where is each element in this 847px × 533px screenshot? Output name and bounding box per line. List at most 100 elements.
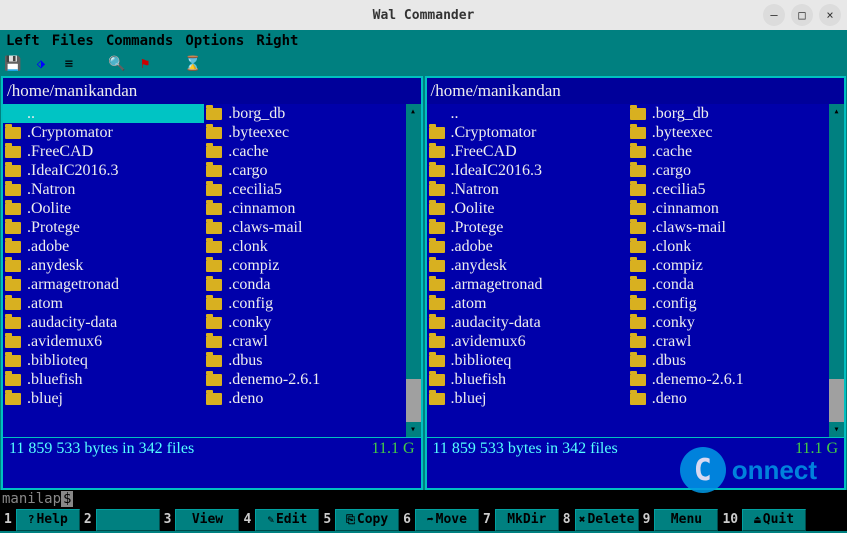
menu-icon[interactable]: ≡: [60, 55, 78, 73]
file-entry[interactable]: .conda: [204, 275, 405, 294]
file-entry[interactable]: .Cryptomator: [427, 123, 628, 142]
file-entry[interactable]: .Cryptomator: [3, 123, 204, 142]
file-entry[interactable]: .IdeaIC2016.3: [3, 161, 204, 180]
file-entry[interactable]: .Protege: [3, 218, 204, 237]
file-entry[interactable]: .cinnamon: [628, 199, 829, 218]
file-entry[interactable]: .avidemux6: [3, 332, 204, 351]
file-entry[interactable]: .conky: [628, 313, 829, 332]
fkey-view[interactable]: View: [175, 509, 239, 531]
file-entry[interactable]: .compiz: [628, 256, 829, 275]
file-entry[interactable]: .crawl: [204, 332, 405, 351]
file-entry[interactable]: .bluej: [3, 389, 204, 408]
file-entry[interactable]: .atom: [427, 294, 628, 313]
split-icon[interactable]: ⬗: [32, 55, 50, 73]
flag-icon[interactable]: ⚑: [136, 55, 154, 73]
file-entry[interactable]: .deno: [204, 389, 405, 408]
left-col1[interactable]: ...Cryptomator.FreeCAD.IdeaIC2016.3.Natr…: [3, 104, 204, 437]
file-entry[interactable]: .bluefish: [3, 370, 204, 389]
file-entry[interactable]: .crawl: [628, 332, 829, 351]
file-entry[interactable]: .claws-mail: [628, 218, 829, 237]
file-entry[interactable]: .conky: [204, 313, 405, 332]
file-entry[interactable]: .deno: [628, 389, 829, 408]
file-entry[interactable]: .bluefish: [427, 370, 628, 389]
file-entry[interactable]: .Oolite: [427, 199, 628, 218]
fkey-help[interactable]: ?Help: [16, 509, 80, 531]
file-entry[interactable]: .audacity-data: [3, 313, 204, 332]
file-entry[interactable]: .dbus: [204, 351, 405, 370]
save-icon[interactable]: 💾: [4, 55, 22, 73]
file-entry[interactable]: .anydesk: [427, 256, 628, 275]
menu-options[interactable]: Options: [185, 33, 244, 49]
file-entry[interactable]: .Natron: [427, 180, 628, 199]
command-line[interactable]: manilap$: [0, 490, 847, 508]
file-entry[interactable]: .cargo: [628, 161, 829, 180]
file-entry[interactable]: .config: [628, 294, 829, 313]
menu-commands[interactable]: Commands: [106, 33, 173, 49]
search-icon[interactable]: 🔍: [108, 55, 126, 73]
scroll-up-icon[interactable]: ▴: [406, 104, 421, 119]
file-entry[interactable]: .FreeCAD: [427, 142, 628, 161]
right-col2[interactable]: .borg_db.byteexec.cache.cargo.cecilia5.c…: [628, 104, 829, 437]
file-entry[interactable]: .armagetronad: [3, 275, 204, 294]
file-entry[interactable]: .borg_db: [628, 104, 829, 123]
file-entry[interactable]: .biblioteq: [427, 351, 628, 370]
file-entry[interactable]: .byteexec: [628, 123, 829, 142]
file-entry[interactable]: .dbus: [628, 351, 829, 370]
file-entry[interactable]: ..: [427, 104, 628, 123]
file-entry[interactable]: .atom: [3, 294, 204, 313]
file-entry[interactable]: .FreeCAD: [3, 142, 204, 161]
file-entry[interactable]: ..: [3, 104, 204, 123]
fkey-move[interactable]: ➦Move: [415, 509, 479, 531]
file-entry[interactable]: .avidemux6: [427, 332, 628, 351]
file-entry[interactable]: .cargo: [204, 161, 405, 180]
scroll-down-icon[interactable]: ▾: [406, 422, 421, 437]
close-button[interactable]: ×: [819, 4, 841, 26]
scroll-down-icon[interactable]: ▾: [829, 422, 844, 437]
file-entry[interactable]: .conda: [628, 275, 829, 294]
file-entry[interactable]: .borg_db: [204, 104, 405, 123]
file-entry[interactable]: .clonk: [628, 237, 829, 256]
file-entry[interactable]: .IdeaIC2016.3: [427, 161, 628, 180]
file-entry[interactable]: .Oolite: [3, 199, 204, 218]
fkey-quit[interactable]: ⏏Quit: [742, 509, 806, 531]
fkey-edit[interactable]: ✎Edit: [255, 509, 319, 531]
fkey-copy[interactable]: ⎘Copy: [335, 509, 399, 531]
scrollbar-left[interactable]: ▴ ▾: [406, 104, 421, 437]
menu-files[interactable]: Files: [52, 33, 94, 49]
fkey-delete[interactable]: ✖Delete: [575, 509, 639, 531]
scroll-thumb[interactable]: [406, 119, 421, 379]
right-col1[interactable]: ...Cryptomator.FreeCAD.IdeaIC2016.3.Natr…: [427, 104, 628, 437]
file-entry[interactable]: .adobe: [3, 237, 204, 256]
file-entry[interactable]: .Natron: [3, 180, 204, 199]
path-right[interactable]: /home/manikandan: [427, 78, 845, 104]
path-left[interactable]: /home/manikandan: [3, 78, 421, 104]
file-entry[interactable]: .byteexec: [204, 123, 405, 142]
scroll-thumb[interactable]: [829, 119, 844, 379]
file-entry[interactable]: .denemo-2.6.1: [628, 370, 829, 389]
maximize-button[interactable]: □: [791, 4, 813, 26]
hourglass-icon[interactable]: ⌛: [184, 55, 202, 73]
file-entry[interactable]: .compiz: [204, 256, 405, 275]
file-entry[interactable]: .adobe: [427, 237, 628, 256]
file-entry[interactable]: .anydesk: [3, 256, 204, 275]
file-entry[interactable]: .audacity-data: [427, 313, 628, 332]
file-entry[interactable]: .armagetronad: [427, 275, 628, 294]
scroll-up-icon[interactable]: ▴: [829, 104, 844, 119]
file-entry[interactable]: .cache: [628, 142, 829, 161]
file-entry[interactable]: .clonk: [204, 237, 405, 256]
minimize-button[interactable]: –: [763, 4, 785, 26]
file-entry[interactable]: .cinnamon: [204, 199, 405, 218]
file-entry[interactable]: .config: [204, 294, 405, 313]
file-entry[interactable]: .cecilia5: [204, 180, 405, 199]
file-entry[interactable]: .bluej: [427, 389, 628, 408]
left-col2[interactable]: .borg_db.byteexec.cache.cargo.cecilia5.c…: [204, 104, 405, 437]
file-entry[interactable]: .claws-mail: [204, 218, 405, 237]
fkey-mkdir[interactable]: MkDir: [495, 509, 559, 531]
file-entry[interactable]: .denemo-2.6.1: [204, 370, 405, 389]
file-entry[interactable]: .cache: [204, 142, 405, 161]
scrollbar-right[interactable]: ▴ ▾: [829, 104, 844, 437]
fkey-menu[interactable]: Menu: [654, 509, 718, 531]
fkey-blank[interactable]: [96, 509, 160, 531]
file-entry[interactable]: .Protege: [427, 218, 628, 237]
menu-left[interactable]: Left: [6, 33, 40, 49]
